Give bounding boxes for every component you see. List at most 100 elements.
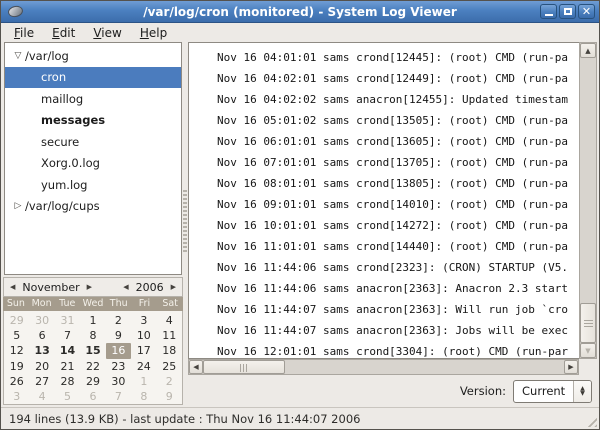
calendar-day[interactable]: 5 — [4, 328, 29, 343]
calendar-day[interactable]: 21 — [55, 359, 80, 374]
calendar-day[interactable]: 2 — [106, 313, 131, 328]
minimize-button[interactable] — [540, 4, 557, 19]
next-month-icon[interactable]: ▶ — [86, 281, 93, 293]
calendar-day[interactable]: 25 — [157, 359, 182, 374]
splitter-grip-icon — [183, 190, 187, 252]
close-button[interactable]: ✕ — [578, 4, 595, 19]
log-line: Nov 16 11:44:07 sams anacron[2363]: Jobs… — [217, 320, 579, 341]
log-line: Nov 16 08:01:01 sams crond[13805]: (root… — [217, 173, 579, 194]
tree-item-secure[interactable]: secure — [5, 131, 181, 153]
scroll-right-button[interactable]: ▶ — [564, 360, 578, 374]
resize-grip[interactable] — [584, 414, 597, 427]
horizontal-scrollbar-thumb[interactable] — [203, 360, 285, 374]
calendar-day[interactable]: 20 — [29, 359, 54, 374]
calendar-day[interactable]: 4 — [157, 313, 182, 328]
calendar-day[interactable]: 29 — [4, 313, 29, 328]
log-line: Nov 16 04:01:01 sams crond[12445]: (root… — [217, 47, 579, 68]
calendar-day[interactable]: 31 — [55, 313, 80, 328]
window-title: /var/log/cron (monitored) - System Log V… — [1, 1, 599, 23]
calendar-day[interactable]: 17 — [131, 343, 156, 358]
calendar-day[interactable]: 24 — [131, 359, 156, 374]
tree-item-maillog[interactable]: maillog — [5, 88, 181, 110]
calendar-week: 29 30 31 1 2 3 4 — [4, 313, 182, 328]
calendar-day[interactable]: 6 — [29, 328, 54, 343]
calendar-day[interactable]: 23 — [106, 359, 131, 374]
menu-file[interactable]: File — [5, 25, 43, 41]
calendar-day[interactable]: 6 — [80, 389, 105, 404]
calendar-week: 19 20 21 22 23 24 25 — [4, 359, 182, 374]
log-line: Nov 16 10:01:01 sams crond[14272]: (root… — [217, 215, 579, 236]
calendar-day[interactable]: 2 — [157, 374, 182, 389]
log-file-tree: ▽ /var/log cron maillog messages secure … — [4, 42, 182, 275]
scroll-up-button[interactable]: ▲ — [580, 43, 596, 58]
expander-closed-icon[interactable]: ▷ — [11, 201, 25, 211]
calendar-day[interactable]: 19 — [4, 359, 29, 374]
calendar-day[interactable]: 3 — [131, 313, 156, 328]
calendar-week: 3 4 5 6 7 8 9 — [4, 389, 182, 404]
month-nav: ◀ November ▶ — [9, 281, 93, 294]
menu-help[interactable]: Help — [131, 25, 176, 41]
app-window: /var/log/cron (monitored) - System Log V… — [0, 0, 600, 430]
calendar-day[interactable]: 3 — [4, 389, 29, 404]
calendar-day[interactable]: 15 — [80, 343, 105, 358]
thumb-grip-icon — [584, 320, 593, 328]
calendar-day[interactable]: 5 — [55, 389, 80, 404]
calendar-day[interactable]: 12 — [4, 343, 29, 358]
window-controls: ✕ — [540, 4, 595, 19]
calendar-day[interactable]: 14 — [55, 343, 80, 358]
tree-item-var-log[interactable]: ▽ /var/log — [5, 45, 181, 67]
calendar-day[interactable]: 8 — [131, 389, 156, 404]
calendar-day[interactable]: 30 — [106, 374, 131, 389]
maximize-icon — [564, 8, 572, 15]
minimize-icon — [545, 14, 553, 16]
prev-month-icon[interactable]: ◀ — [9, 281, 16, 293]
expander-open-icon[interactable]: ▽ — [11, 51, 25, 61]
maximize-button[interactable] — [559, 4, 576, 19]
scroll-down-button[interactable]: ▼ — [580, 343, 596, 358]
calendar-day[interactable]: 1 — [80, 313, 105, 328]
tree-item-cron[interactable]: cron — [5, 67, 181, 89]
next-year-icon[interactable]: ▶ — [170, 281, 177, 293]
titlebar[interactable]: /var/log/cron (monitored) - System Log V… — [1, 1, 599, 23]
tree-item-messages[interactable]: messages — [5, 110, 181, 132]
menu-edit[interactable]: Edit — [43, 25, 84, 41]
arrow-left-icon: ◀ — [193, 363, 198, 371]
vertical-scrollbar[interactable]: ▲ ▼ — [579, 42, 597, 359]
log-line: Nov 16 06:01:01 sams crond[13605]: (root… — [217, 131, 579, 152]
calendar-day[interactable]: 26 — [4, 374, 29, 389]
calendar-day[interactable]: 7 — [106, 389, 131, 404]
calendar-day[interactable]: 22 — [80, 359, 105, 374]
tree-item-var-log-cups[interactable]: ▷ /var/log/cups — [5, 196, 181, 218]
calendar-day[interactable]: 28 — [55, 374, 80, 389]
scrollbar-corner — [579, 359, 597, 375]
calendar-day[interactable]: 10 — [131, 328, 156, 343]
menu-view[interactable]: View — [84, 25, 130, 41]
vertical-scrollbar-thumb[interactable] — [580, 303, 596, 343]
calendar-day[interactable]: 29 — [80, 374, 105, 389]
calendar-day[interactable]: 27 — [29, 374, 54, 389]
calendar-day[interactable]: 4 — [29, 389, 54, 404]
calendar-day[interactable]: 13 — [29, 343, 54, 358]
calendar-day[interactable]: 8 — [80, 328, 105, 343]
version-combobox[interactable]: Current ▲ ▼ — [513, 380, 592, 403]
log-line: Nov 16 11:44:07 sams anacron[2363]: Will… — [217, 299, 579, 320]
calendar-day[interactable]: 18 — [157, 343, 182, 358]
calendar-week: 5 6 7 8 9 10 11 — [4, 328, 182, 343]
arrow-up-icon: ▲ — [585, 47, 590, 55]
tree-item-yum-log[interactable]: yum.log — [5, 174, 181, 196]
calendar-day[interactable]: 30 — [29, 313, 54, 328]
tree-item-label: maillog — [41, 92, 83, 106]
log-line: Nov 16 11:01:01 sams crond[14440]: (root… — [217, 236, 579, 257]
calendar-day[interactable]: 9 — [106, 328, 131, 343]
log-content-view[interactable]: Nov 16 04:01:01 sams crond[12445]: (root… — [188, 42, 579, 359]
calendar-day[interactable]: 11 — [157, 328, 182, 343]
calendar-day[interactable]: 1 — [131, 374, 156, 389]
tree-item-xorg-log[interactable]: Xorg.0.log — [5, 153, 181, 175]
calendar-day[interactable]: 9 — [157, 389, 182, 404]
combo-spinner[interactable]: ▲ ▼ — [573, 381, 591, 402]
calendar-day[interactable]: 7 — [55, 328, 80, 343]
scroll-left-button[interactable]: ◀ — [189, 360, 203, 374]
horizontal-scrollbar[interactable]: ◀ ▶ — [188, 359, 579, 375]
prev-year-icon[interactable]: ◀ — [122, 281, 129, 293]
calendar-day-selected[interactable]: 16 — [106, 343, 131, 358]
